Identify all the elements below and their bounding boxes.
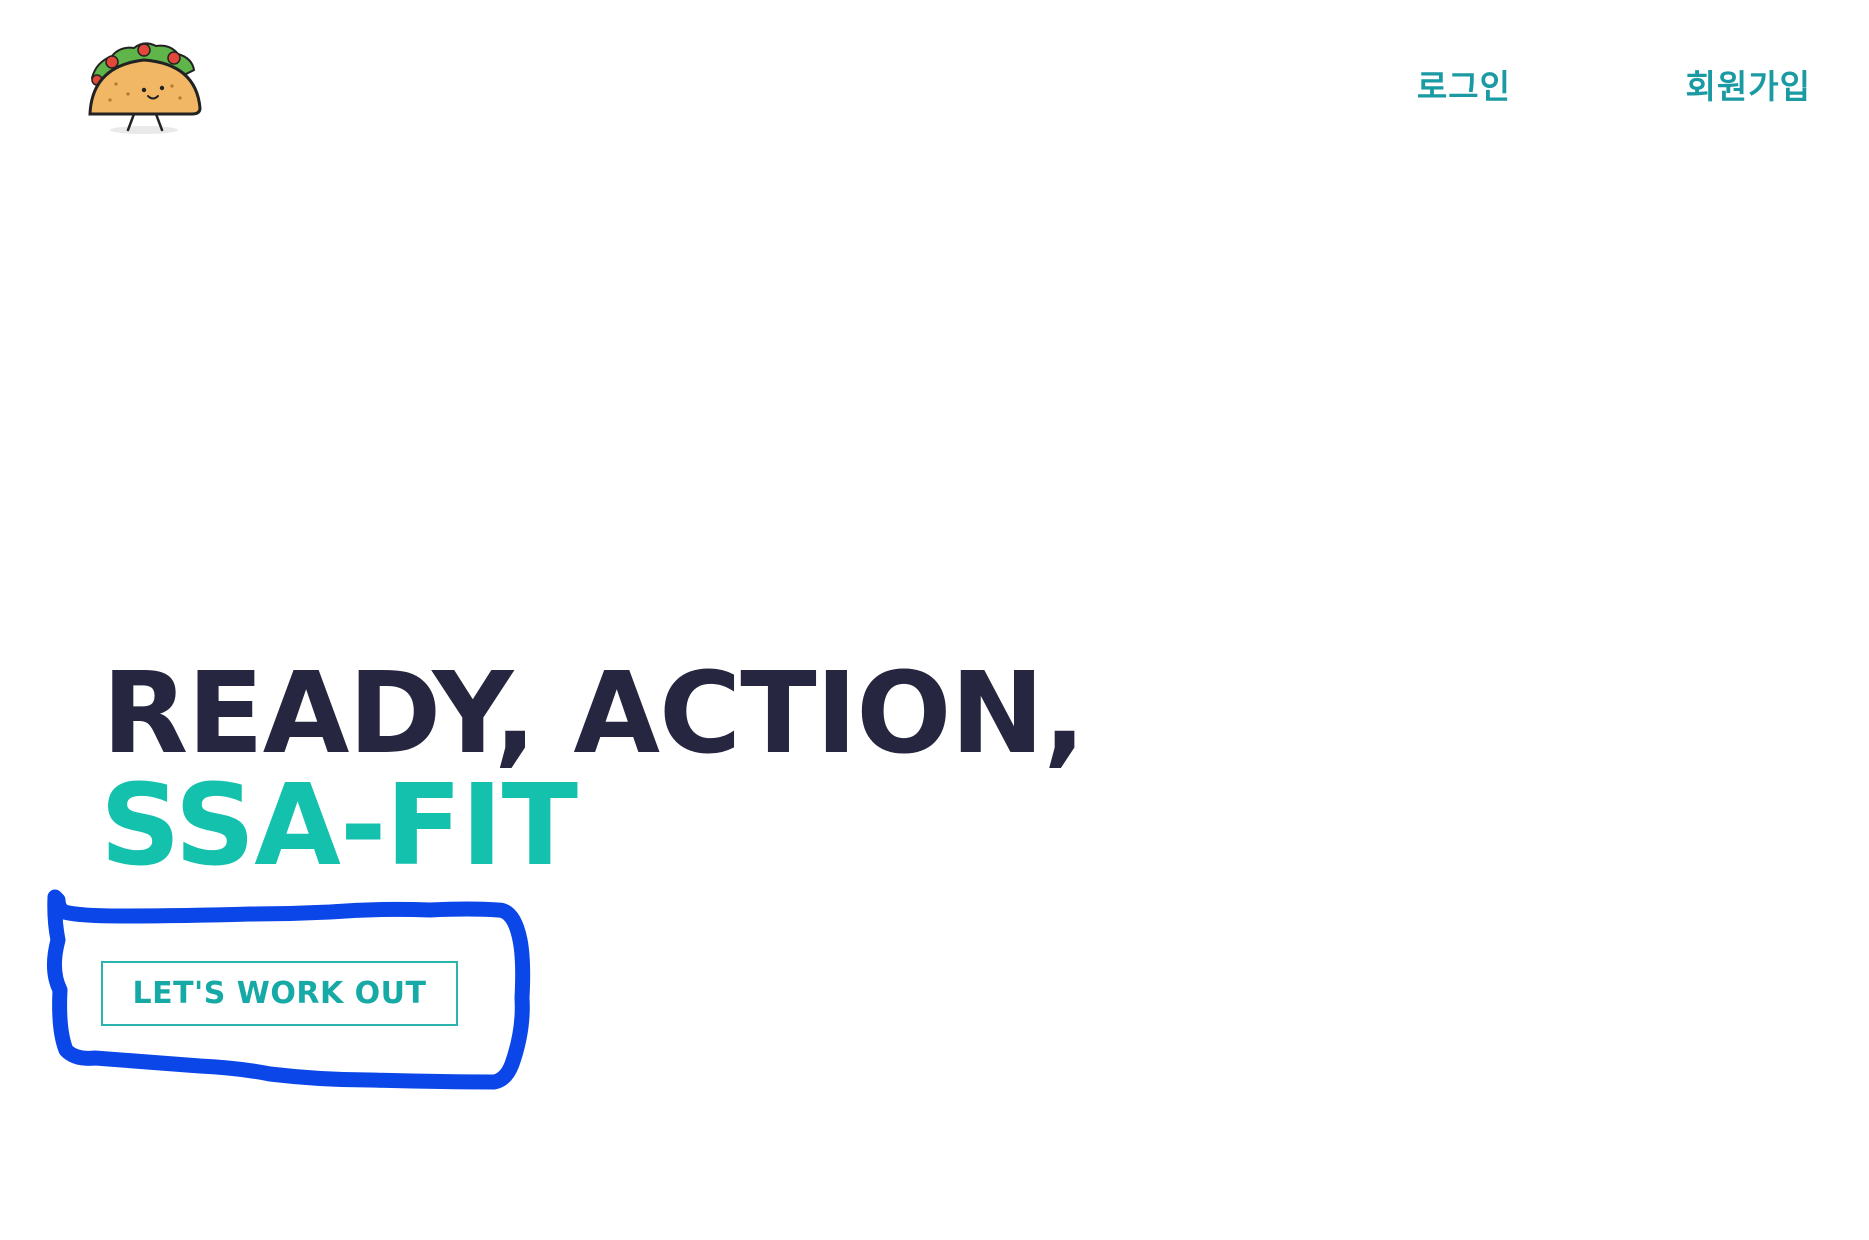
highlight-annotation xyxy=(47,889,531,1090)
hero-headline: READY, ACTION, xyxy=(102,649,1086,779)
taco-logo[interactable] xyxy=(82,36,214,136)
login-link[interactable]: 로그인 xyxy=(1417,60,1511,108)
hero-brand-name: SSA-FIT xyxy=(100,761,578,891)
signup-link[interactable]: 회원가입 xyxy=(1686,60,1811,108)
lets-work-out-button[interactable]: LET'S WORK OUT xyxy=(101,961,458,1026)
taco-mascot-icon xyxy=(88,42,202,134)
